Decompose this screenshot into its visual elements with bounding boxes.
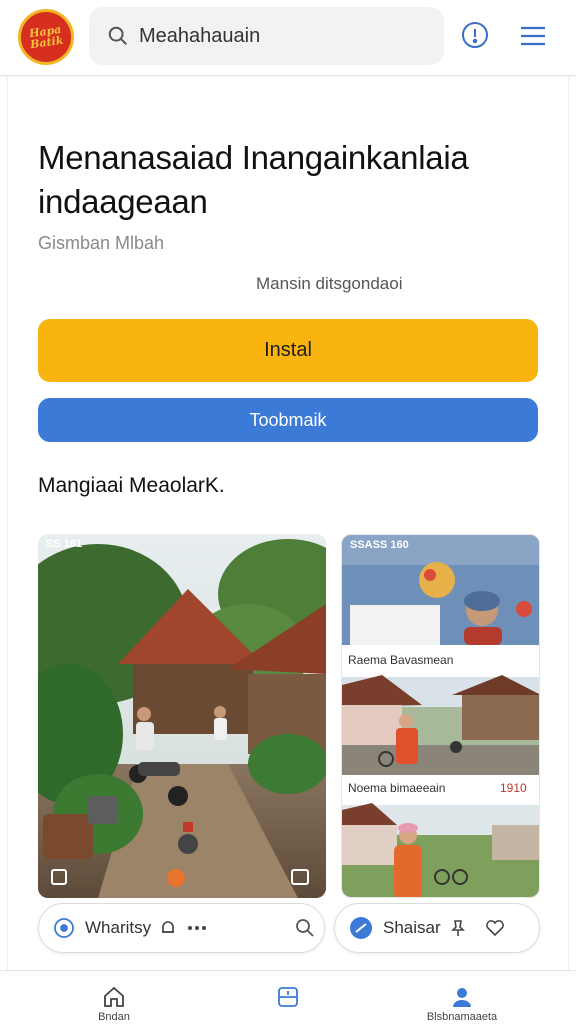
hamburger-menu-icon[interactable] [519, 24, 547, 48]
screenshot-secondary[interactable]: SSASS 160 Raema Bavasmean Noema bimaeeai… [341, 534, 540, 898]
search-input[interactable] [139, 24, 419, 48]
more-icon[interactable] [187, 925, 207, 931]
search-icon [108, 26, 127, 45]
share-icon [350, 917, 372, 939]
app-subtitle: Gismban Mlbah [38, 233, 165, 253]
screenshot-caption: Noema bimaeeain [348, 781, 446, 795]
screenshot-main[interactable]: SS 161 [38, 534, 326, 898]
nav-item-profile[interactable]: Blsbnamaaeta [402, 971, 522, 1024]
screenshots-section-title: Mangiaai MeaolarK. [38, 474, 225, 497]
home-icon [104, 986, 124, 1007]
bell-icon[interactable] [159, 919, 177, 937]
app-logo[interactable]: Hapa Batik [18, 9, 74, 65]
screenshot-caption-number: 1910 [500, 781, 527, 795]
profile-icon [453, 988, 471, 1007]
app-title: Menanasaiad Inangainkanlaia indaageaan [38, 139, 469, 220]
install-button[interactable]: Instal [38, 319, 538, 382]
share-pill-right[interactable]: Shaisar [334, 903, 540, 953]
search-icon[interactable] [295, 918, 315, 938]
app-meta: Mansin ditsgondaoi [256, 274, 403, 293]
bookmark-button[interactable]: Toobmaik [38, 398, 538, 442]
screenshot-status-bar-secondary: SSASS 160 [350, 539, 409, 551]
screenshot-caption: Raema Bavasmean [348, 653, 454, 667]
nav-item-home[interactable]: Bndan [54, 971, 174, 1024]
screenshot-status-bar: SS 161 [46, 538, 83, 550]
top-bar: Hapa Batik [0, 0, 576, 76]
nav-label-home: Bndan [98, 1011, 130, 1023]
nav-item-apps[interactable] [228, 971, 348, 1024]
heart-icon[interactable] [485, 919, 505, 937]
nav-label-profile: Blsbnamaaeta [426, 1011, 498, 1023]
share-label-right: Shaisar [383, 918, 441, 937]
info-icon[interactable] [461, 21, 489, 49]
pin-icon[interactable] [449, 919, 467, 937]
village-scene-image [38, 534, 326, 898]
search-bar[interactable] [89, 7, 444, 65]
bottom-navigation: Bndan Blsbnamaaeta [0, 970, 576, 1024]
whatsapp-icon [54, 918, 74, 938]
apps-icon [278, 987, 298, 1007]
share-pill-left[interactable]: Wharitsy [38, 903, 325, 953]
logo-text: Hapa Batik [28, 22, 65, 52]
share-label-left: Wharitsy [85, 918, 152, 937]
people-collage-image [342, 535, 539, 897]
